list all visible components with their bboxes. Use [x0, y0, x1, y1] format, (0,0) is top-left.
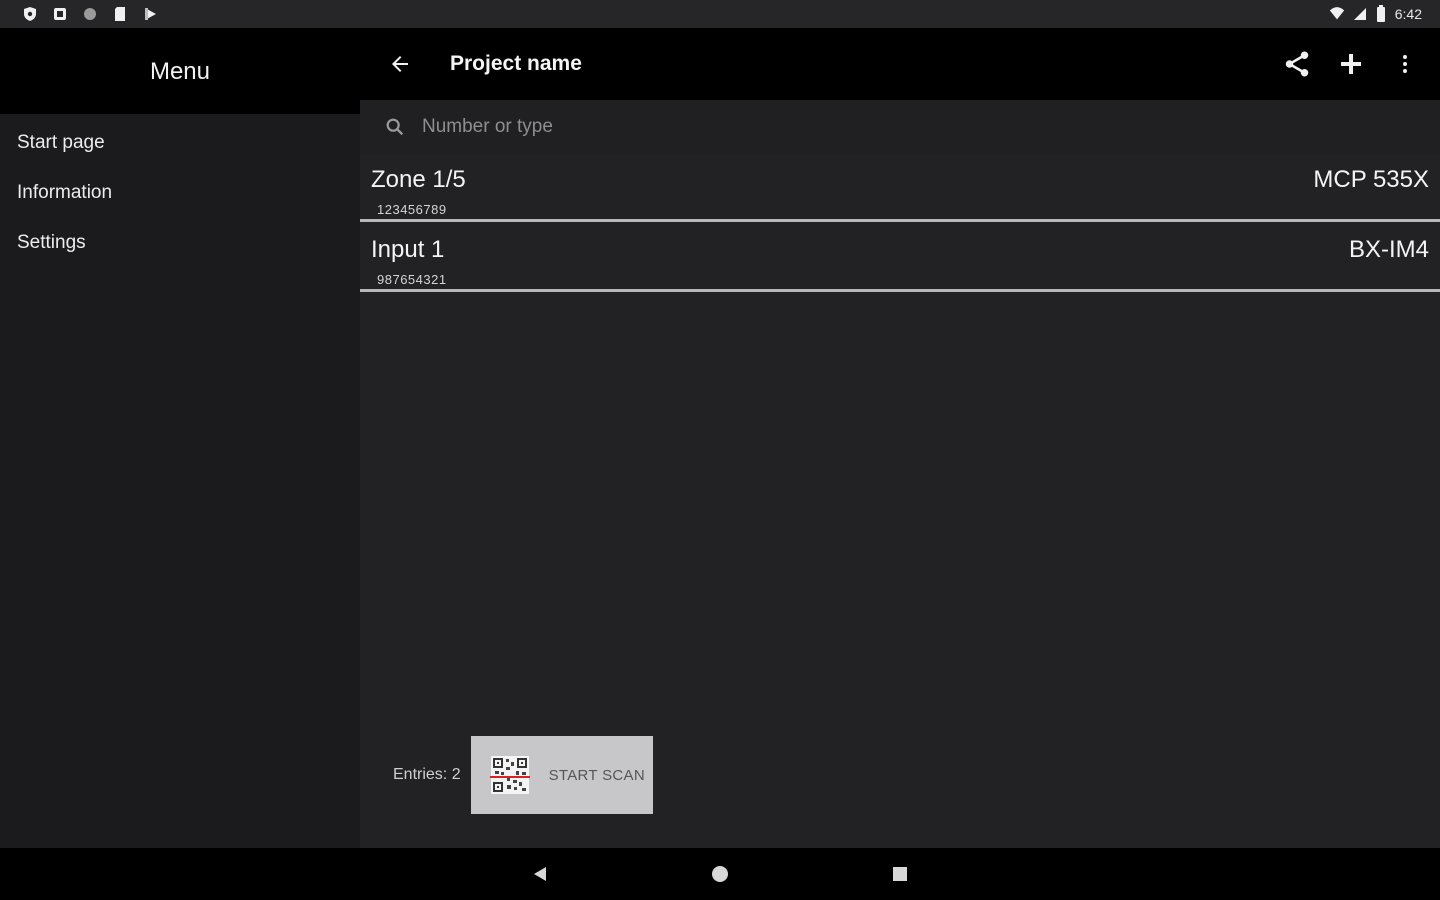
list-item[interactable]: Zone 1/5 MCP 535X 123456789 [360, 154, 1440, 222]
shield-icon [22, 6, 38, 22]
share-icon [1285, 51, 1309, 77]
entry-title: Zone 1/5 [371, 166, 466, 193]
menu-item-settings[interactable]: Settings [0, 218, 360, 268]
back-button[interactable] [360, 28, 440, 100]
wifi-icon [1329, 6, 1345, 22]
add-icon [1341, 54, 1361, 74]
add-button[interactable] [1334, 44, 1368, 84]
menu-list: Start page Information Settings [0, 114, 360, 268]
navigation-bar [0, 848, 1440, 900]
status-bar: 6:42 [0, 0, 1440, 28]
entry-title: Input 1 [371, 236, 445, 263]
more-vert-icon [1403, 55, 1407, 73]
sd-card-icon [112, 6, 128, 22]
qr-code-icon [489, 756, 530, 794]
page-title: Project name [450, 52, 582, 75]
notification-icon [52, 6, 68, 22]
entry-number: 123456789 [377, 202, 447, 217]
list-footer: Entries: 2 START SCAN [360, 735, 653, 815]
home-circle-icon [712, 866, 728, 882]
main-content: Zone 1/5 MCP 535X 123456789 Input 1 BX-I… [360, 100, 1440, 848]
play-store-icon [142, 6, 158, 22]
app-bar: Project name [360, 28, 1440, 100]
more-options-button[interactable] [1388, 44, 1422, 84]
entry-type: BX-IM4 [1348, 236, 1429, 263]
circle-icon [82, 6, 98, 22]
battery-icon [1373, 5, 1389, 22]
nav-home-button[interactable] [700, 854, 740, 894]
status-bar-system: 6:42 [1329, 5, 1422, 22]
back-triangle-icon [534, 867, 546, 881]
recents-square-icon [893, 867, 907, 881]
start-scan-label: START SCAN [548, 766, 645, 784]
share-button[interactable] [1280, 44, 1314, 84]
search-icon [386, 118, 404, 136]
nav-back-button[interactable] [520, 854, 560, 894]
status-bar-notifications [22, 6, 158, 22]
start-scan-button[interactable]: START SCAN [470, 736, 653, 814]
arrow-back-icon [392, 56, 408, 72]
list-item[interactable]: Input 1 BX-IM4 987654321 [360, 224, 1440, 292]
signal-icon [1351, 6, 1367, 22]
entries-count: Entries: 2 [393, 766, 461, 783]
menu-item-start-page[interactable]: Start page [0, 118, 360, 168]
search-input[interactable] [422, 116, 1022, 138]
app-bar-actions [1280, 44, 1440, 84]
nav-recents-button[interactable] [880, 854, 920, 894]
entry-number: 987654321 [377, 272, 447, 287]
menu-header: Menu [0, 28, 360, 114]
search-bar [360, 100, 1440, 154]
status-time: 6:42 [1394, 6, 1422, 22]
entry-type: MCP 535X [1313, 166, 1429, 193]
menu-item-information[interactable]: Information [0, 168, 360, 218]
side-menu: Menu Start page Information Settings [0, 28, 360, 848]
